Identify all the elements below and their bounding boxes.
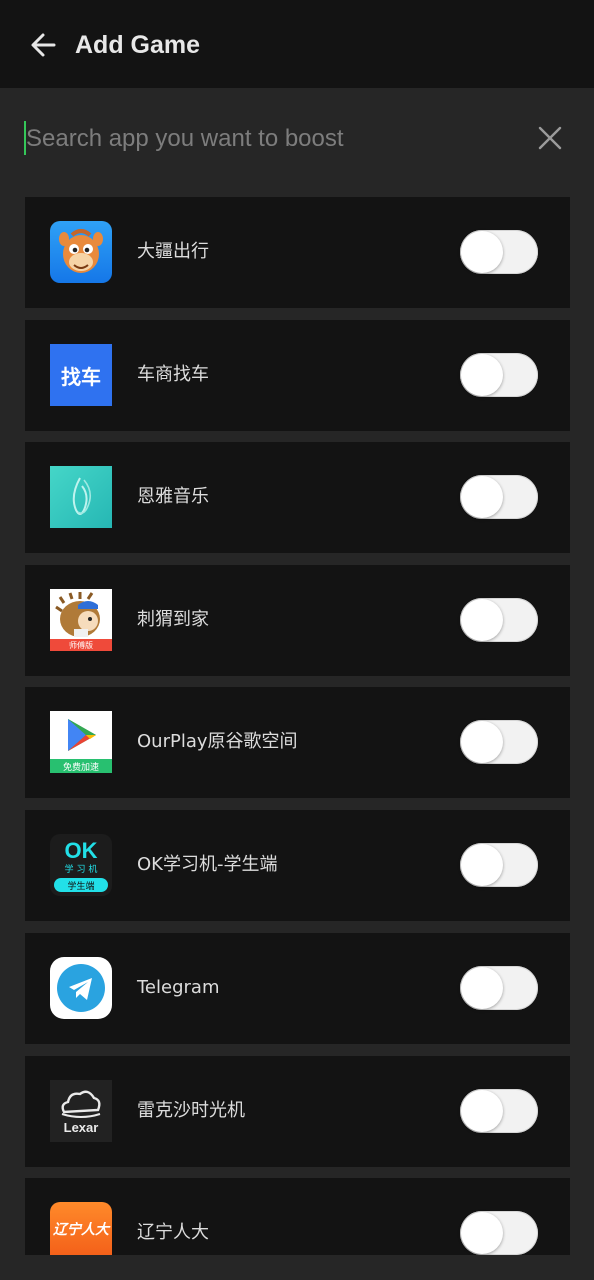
list-item: 恩雅音乐 bbox=[25, 442, 570, 553]
app-name: 大疆出行 bbox=[137, 241, 209, 262]
app-name: 辽宁人大 bbox=[137, 1222, 209, 1243]
icon-label: OK bbox=[64, 838, 98, 863]
camel-mascot-icon bbox=[50, 221, 112, 283]
app-name: 恩雅音乐 bbox=[137, 486, 209, 507]
app-name: 刺猬到家 bbox=[137, 609, 209, 630]
hedgehog-mascot-icon: 师傅版 bbox=[50, 589, 112, 651]
app-name: 车商找车 bbox=[137, 364, 209, 385]
list-item: 大疆出行 bbox=[25, 197, 570, 308]
app-name: Telegram bbox=[137, 977, 220, 998]
icon-label: 师傅版 bbox=[69, 640, 93, 650]
boost-toggle[interactable] bbox=[460, 475, 538, 519]
toggle-knob bbox=[461, 844, 503, 886]
toggle-knob bbox=[461, 1090, 503, 1132]
boost-toggle[interactable] bbox=[460, 598, 538, 642]
boost-toggle[interactable] bbox=[460, 1211, 538, 1255]
page-title: Add Game bbox=[75, 31, 201, 59]
close-icon bbox=[538, 126, 562, 150]
list-item: Telegram bbox=[25, 933, 570, 1044]
boost-toggle[interactable] bbox=[460, 843, 538, 887]
list-item: Lexar 雷克沙时光机 bbox=[25, 1056, 570, 1167]
arrow-left-icon bbox=[31, 33, 56, 57]
toggle-knob bbox=[461, 476, 503, 518]
lexar-cloud-icon: Lexar bbox=[50, 1080, 112, 1142]
toggle-knob bbox=[461, 231, 503, 273]
app-name: OurPlay原谷歌空间 bbox=[137, 731, 298, 752]
search-input[interactable] bbox=[26, 118, 516, 160]
boost-toggle[interactable] bbox=[460, 1089, 538, 1133]
music-wave-icon bbox=[50, 466, 112, 528]
toggle-knob bbox=[461, 721, 503, 763]
toggle-knob bbox=[461, 599, 503, 641]
liaoning-logo-icon: 辽宁人大 bbox=[50, 1202, 112, 1255]
play-triangle-icon: 免费加速 bbox=[50, 711, 112, 773]
list-item: 免费加速 OurPlay原谷歌空间 bbox=[25, 687, 570, 798]
telegram-plane-icon bbox=[50, 957, 112, 1019]
list-item: 找车 车商找车 bbox=[25, 320, 570, 431]
icon-badge: 学生端 bbox=[67, 881, 95, 892]
app-list: 大疆出行 找车 车商找车 恩雅音乐 师傅版 刺猬到家 免费加速 OurPlay原… bbox=[25, 197, 570, 1255]
top-app-bar: Add Game bbox=[0, 0, 594, 88]
list-item: 师傅版 刺猬到家 bbox=[25, 565, 570, 676]
icon-label: 找车 bbox=[61, 364, 101, 389]
toggle-knob bbox=[461, 967, 503, 1009]
boost-toggle[interactable] bbox=[460, 966, 538, 1010]
boost-toggle[interactable] bbox=[460, 230, 538, 274]
icon-label: Lexar bbox=[63, 1120, 99, 1135]
icon-sublabel: 学 习 机 bbox=[64, 865, 98, 875]
zhaoche-logo-icon: 找车 bbox=[50, 344, 112, 406]
icon-label: 辽宁人大 bbox=[53, 1222, 109, 1238]
back-button[interactable] bbox=[22, 24, 64, 66]
icon-label: 免费加速 bbox=[62, 762, 99, 773]
boost-toggle[interactable] bbox=[460, 353, 538, 397]
boost-toggle[interactable] bbox=[460, 720, 538, 764]
list-item: 辽宁人大 辽宁人大 bbox=[25, 1178, 570, 1255]
toggle-knob bbox=[461, 354, 503, 396]
clear-search-button[interactable] bbox=[532, 120, 568, 156]
app-name: 雷克沙时光机 bbox=[137, 1100, 245, 1121]
ok-logo-icon: OK 学 习 机 学生端 bbox=[50, 834, 112, 896]
toggle-knob bbox=[461, 1212, 503, 1254]
list-item: OK 学 习 机 学生端 OK学习机-学生端 bbox=[25, 810, 570, 921]
app-name: OK学习机-学生端 bbox=[137, 854, 278, 875]
